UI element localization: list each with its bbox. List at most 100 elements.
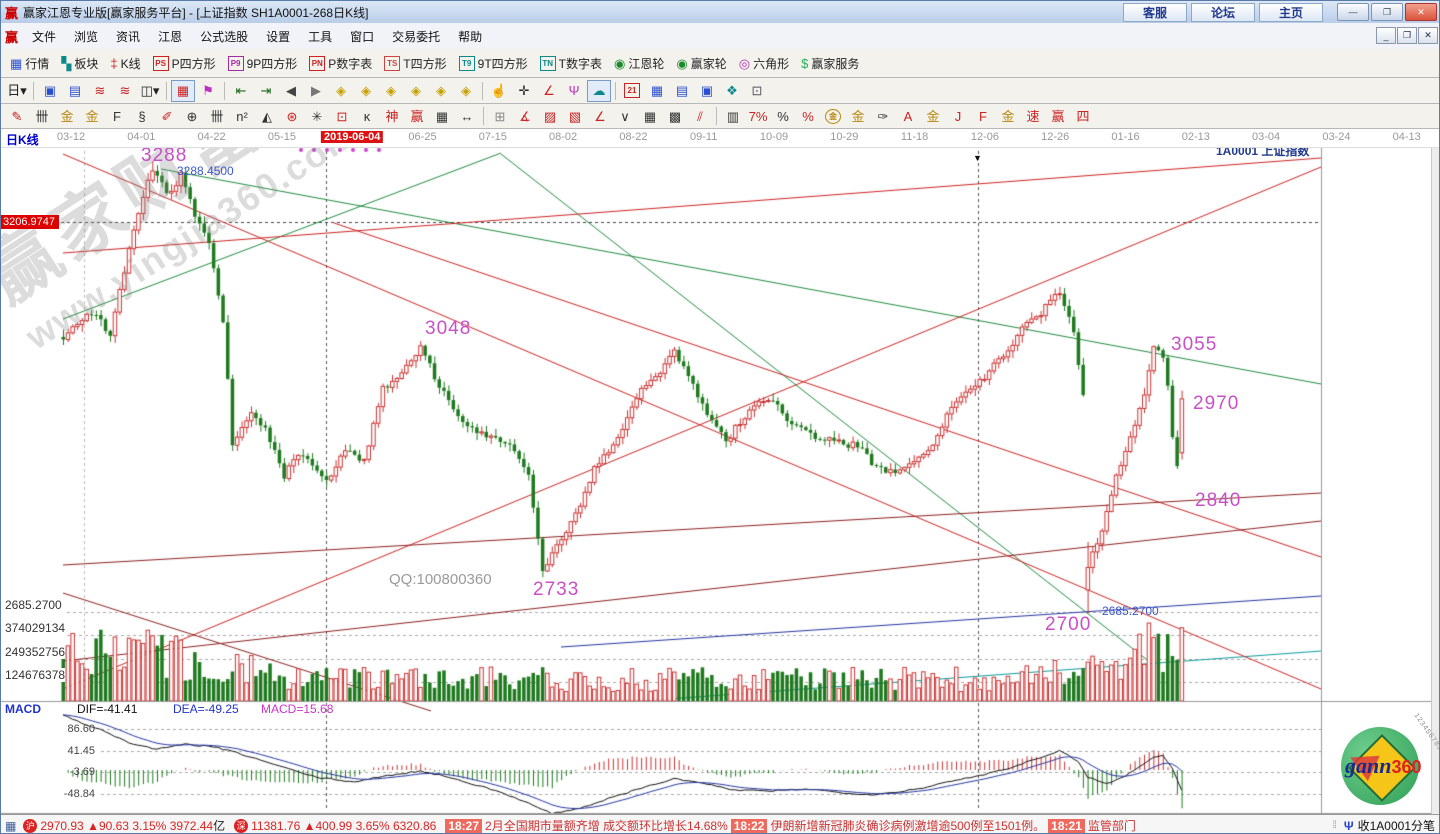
p-number-table-button[interactable]: PNP数字表: [304, 53, 377, 74]
menu-item-7[interactable]: 窗口: [341, 28, 383, 45]
diamond-vcompress-tool-button[interactable]: ◈: [454, 80, 478, 102]
wave-3-tool-button[interactable]: ≋: [88, 80, 112, 102]
mdi-minimize-button[interactable]: _: [1376, 27, 1396, 44]
t-number-table-button[interactable]: TNT数字表: [535, 53, 607, 74]
minimize-button[interactable]: —: [1337, 3, 1369, 21]
flag-marker-tool-button[interactable]: ⚑: [196, 80, 220, 102]
angle-tool-button[interactable]: ∠: [537, 80, 561, 102]
t-square-button[interactable]: TST四方形: [379, 53, 451, 74]
mdi-close-button[interactable]: ✕: [1418, 27, 1438, 44]
fan-lines-tool-button[interactable]: ∡: [513, 105, 537, 127]
gold-angle-tool-button[interactable]: 金: [996, 105, 1020, 127]
memo-tool-button[interactable]: ▤: [670, 80, 694, 102]
gann-frame-tool-button[interactable]: ⊞: [488, 105, 512, 127]
f-grid-tool-button[interactable]: F: [105, 105, 129, 127]
9t-square-button[interactable]: T99T四方形: [454, 53, 533, 74]
red-grid-1-button[interactable]: ▨: [538, 105, 562, 127]
win-angle-tool-button[interactable]: 赢: [1046, 105, 1070, 127]
v-lines-tool-button[interactable]: ∨: [613, 105, 637, 127]
n2-grid-tool-button[interactable]: n²: [230, 105, 254, 127]
menu-item-0[interactable]: 文件: [23, 28, 65, 45]
crosshair-tool-button[interactable]: ✛: [512, 80, 536, 102]
restore-button[interactable]: ❐: [1371, 3, 1403, 21]
number-grid-tool-button[interactable]: ▦: [430, 105, 454, 127]
angle-set-tool-button[interactable]: ∠: [588, 105, 612, 127]
mdi-restore-button[interactable]: ❐: [1397, 27, 1417, 44]
period-daily-button[interactable]: 日▾: [5, 80, 29, 102]
forum-link[interactable]: 论坛: [1191, 3, 1255, 22]
gold-box-tool-button[interactable]: 金: [921, 105, 945, 127]
right-scrollbar[interactable]: [1431, 129, 1439, 814]
brush-tool-button[interactable]: ✐: [155, 105, 179, 127]
market-quotes-button[interactable]: ▦行情: [5, 53, 54, 74]
square-star-tool-button[interactable]: ⊡: [330, 105, 354, 127]
step-forward-button-button[interactable]: ▶: [304, 80, 328, 102]
diamond-hexpand-tool-button[interactable]: ◈: [379, 80, 403, 102]
jump-last-button-button[interactable]: ⇥: [254, 80, 278, 102]
percent-tool-button[interactable]: %: [771, 105, 795, 127]
j-angle-tool-button[interactable]: J: [946, 105, 970, 127]
winner-grid-tool-button[interactable]: 赢: [405, 105, 429, 127]
printer-tool-button[interactable]: ⊡: [745, 80, 769, 102]
calculator-tool-button[interactable]: ▦: [645, 80, 669, 102]
four-angle-tool-button[interactable]: 四: [1071, 105, 1095, 127]
percent-line-tool-button[interactable]: %: [796, 105, 820, 127]
f-angle-tool-button[interactable]: F: [971, 105, 995, 127]
9p-square-button[interactable]: P99P四方形: [223, 53, 303, 74]
speed-angle-tool-button[interactable]: 速: [1021, 105, 1045, 127]
calendar-tool-button[interactable]: 21: [620, 80, 644, 102]
menu-item-1[interactable]: 浏览: [65, 28, 107, 45]
k-angle-tool-button[interactable]: ĸ: [355, 105, 379, 127]
gold-circle-tool-button[interactable]: 金: [821, 105, 845, 127]
pen-tool-button[interactable]: ✎: [5, 105, 29, 127]
god-grid-tool-button[interactable]: 神: [380, 105, 404, 127]
news-item-0[interactable]: 18:272月全国期市量额齐增 成交额环比增长14.68%: [442, 817, 727, 834]
jump-first-button-button[interactable]: ⇤: [229, 80, 253, 102]
gold-line-tool-button[interactable]: 金: [846, 105, 870, 127]
menu-item-3[interactable]: 江恩: [149, 28, 191, 45]
diamond-hcompress-tool-button[interactable]: ◈: [404, 80, 428, 102]
percent-7-tool-button[interactable]: 7%: [746, 105, 770, 127]
network-tool-button[interactable]: ❖: [720, 80, 744, 102]
comb-grid-tool-button[interactable]: 卌: [30, 105, 54, 127]
target-circle-tool-button[interactable]: ⊛: [280, 105, 304, 127]
pattern-grid-tool-button[interactable]: ▦: [171, 80, 195, 102]
menu-item-8[interactable]: 交易委托: [383, 28, 449, 45]
brain-tool-button[interactable]: ☁: [587, 80, 611, 102]
close-button[interactable]: ✕: [1405, 3, 1437, 21]
service-link[interactable]: 客服: [1123, 3, 1187, 22]
menu-item-5[interactable]: 设置: [257, 28, 299, 45]
double-a-tool-button[interactable]: A: [896, 105, 920, 127]
menu-item-6[interactable]: 工具: [299, 28, 341, 45]
news-item-1[interactable]: 18:22伊朗新增新冠肺炎确诊病例激增逾500例至1501例。: [728, 817, 1045, 834]
star-burst-tool-button[interactable]: ✳: [305, 105, 329, 127]
red-grid-2-button[interactable]: ▧: [563, 105, 587, 127]
statusbar-grip[interactable]: ⁞⁞: [1332, 820, 1336, 831]
winner-wheel-button[interactable]: ◉赢家轮: [671, 53, 731, 74]
winner-service-button[interactable]: $赢家服务: [796, 53, 864, 74]
a-ruler-tool-button[interactable]: ◭: [255, 105, 279, 127]
marker-dropdown-button[interactable]: ◫▾: [138, 80, 162, 102]
comb-grid-2-button[interactable]: 卌: [205, 105, 229, 127]
quote-grid-icon[interactable]: ▦: [5, 819, 16, 833]
width-tool-button[interactable]: ↔: [455, 105, 479, 127]
home-link[interactable]: 主页: [1259, 3, 1323, 22]
wave-9-tool-button[interactable]: ≋: [113, 80, 137, 102]
save-tool-button[interactable]: ▣: [695, 80, 719, 102]
zoom-box-tool-button[interactable]: ▣: [38, 80, 62, 102]
menu-item-2[interactable]: 资讯: [107, 28, 149, 45]
spiral-tool-button[interactable]: §: [130, 105, 154, 127]
p-square-button[interactable]: PSP四方形: [148, 53, 221, 74]
news-item-2[interactable]: 18:21监管部门: [1045, 817, 1136, 834]
slant-lines-tool-button[interactable]: ⫽: [688, 105, 712, 127]
hexagon-chart-button[interactable]: ◎六角形: [734, 53, 794, 74]
kline-chart-button[interactable]: ‡K线: [105, 53, 145, 74]
diamond-vexpand-tool-button[interactable]: ◈: [429, 80, 453, 102]
circle-grid-tool-button[interactable]: ⊕: [180, 105, 204, 127]
gold-grid-1-button[interactable]: 金: [55, 105, 79, 127]
gann-wheel-button[interactable]: ◉江恩轮: [609, 53, 669, 74]
dense-grid-2-button[interactable]: ▩: [663, 105, 687, 127]
step-back-button-button[interactable]: ◀: [279, 80, 303, 102]
gann-marker-tool-button[interactable]: Ψ: [562, 80, 586, 102]
ink-brush-tool-button[interactable]: ✑: [871, 105, 895, 127]
